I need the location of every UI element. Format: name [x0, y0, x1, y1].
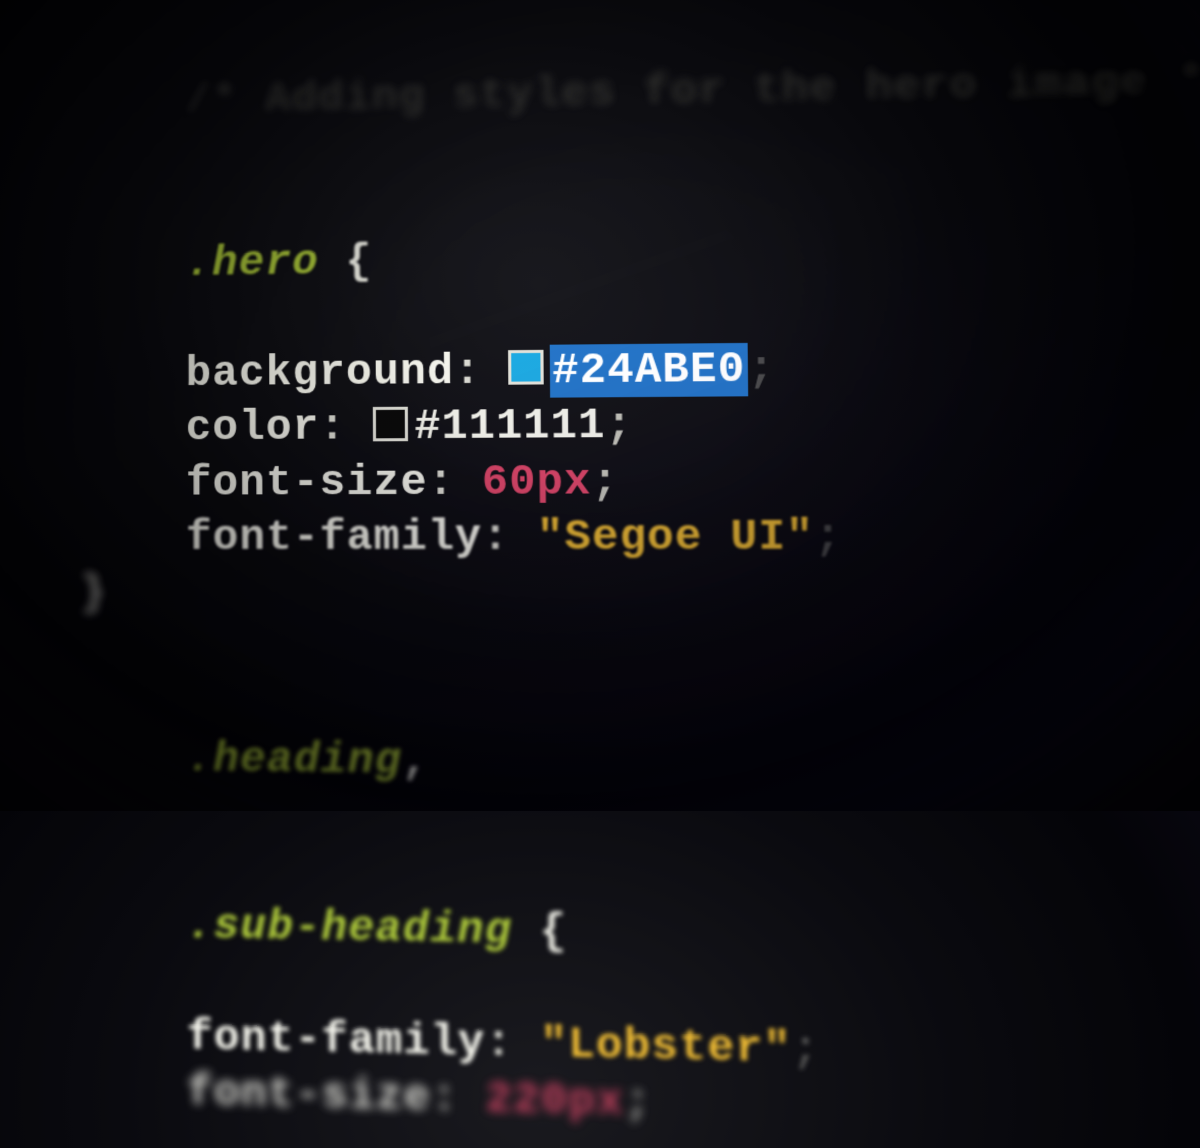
string-quote: " [763, 1024, 792, 1075]
hex-value: #111111 [414, 402, 605, 452]
colon: : [482, 513, 537, 562]
number-value: 60 [482, 458, 537, 507]
selected-hex-value[interactable]: #24ABE0 [550, 342, 748, 397]
brace-close: } [80, 569, 106, 617]
semicolon: ; [605, 401, 633, 450]
code-line-font-family: font-family: "Segoe UI"; [80, 509, 1200, 567]
code-editor[interactable]: /* Adding styles for the hero image * .h… [0, 0, 1200, 1148]
semicolon: ; [791, 1024, 820, 1075]
comment-text: /* Adding styles for the hero image * [185, 56, 1200, 125]
css-property: color [186, 403, 320, 452]
code-line-color: color: #111111; [80, 394, 1200, 456]
string-quote: " [540, 1019, 568, 1069]
css-property: font-family [187, 1012, 486, 1068]
semicolon: ; [814, 513, 843, 563]
code-line-brace-close: } [80, 566, 1200, 624]
number-value: 220 [486, 1075, 569, 1127]
semicolon: ; [747, 344, 775, 394]
css-property: font-size [186, 458, 428, 507]
colon: : [319, 403, 373, 452]
colon: : [431, 1073, 486, 1124]
css-property: font-size [187, 1068, 431, 1123]
code-line-background: background: #24ABE0; [80, 337, 1200, 402]
string-quote: " [786, 513, 815, 563]
unit: px [536, 457, 591, 506]
css-selector: .hero [186, 239, 319, 289]
semicolon: ; [624, 1078, 652, 1129]
string-quote: " [537, 513, 565, 562]
brace-open: { [512, 906, 567, 957]
semicolon: ; [591, 457, 619, 506]
code-line-selector-heading: .heading, [80, 676, 1200, 856]
code-line-selector-hero: .hero { [80, 166, 1200, 348]
colon: : [485, 1018, 540, 1069]
code-line-selector-subheading: .sub-heading { [80, 841, 1200, 1031]
colon: : [454, 347, 509, 396]
brace-open: { [319, 238, 373, 287]
css-property: background [186, 347, 455, 398]
code-comment-line: /* Adding styles for the hero image * [80, 0, 1200, 185]
code-line-font-size: font-size: 60px; [80, 451, 1200, 511]
comma: , [402, 736, 429, 785]
color-swatch-icon [508, 350, 544, 385]
blank-line [80, 621, 1200, 682]
css-selector: .heading [186, 735, 402, 786]
css-property: font-family [186, 514, 482, 563]
color-swatch-icon [373, 407, 408, 442]
string-value: Lobster [568, 1020, 764, 1074]
string-value: Segoe UI [564, 513, 786, 563]
colon: : [427, 458, 482, 507]
unit: px [568, 1077, 624, 1128]
css-selector: .sub-heading [187, 901, 513, 955]
